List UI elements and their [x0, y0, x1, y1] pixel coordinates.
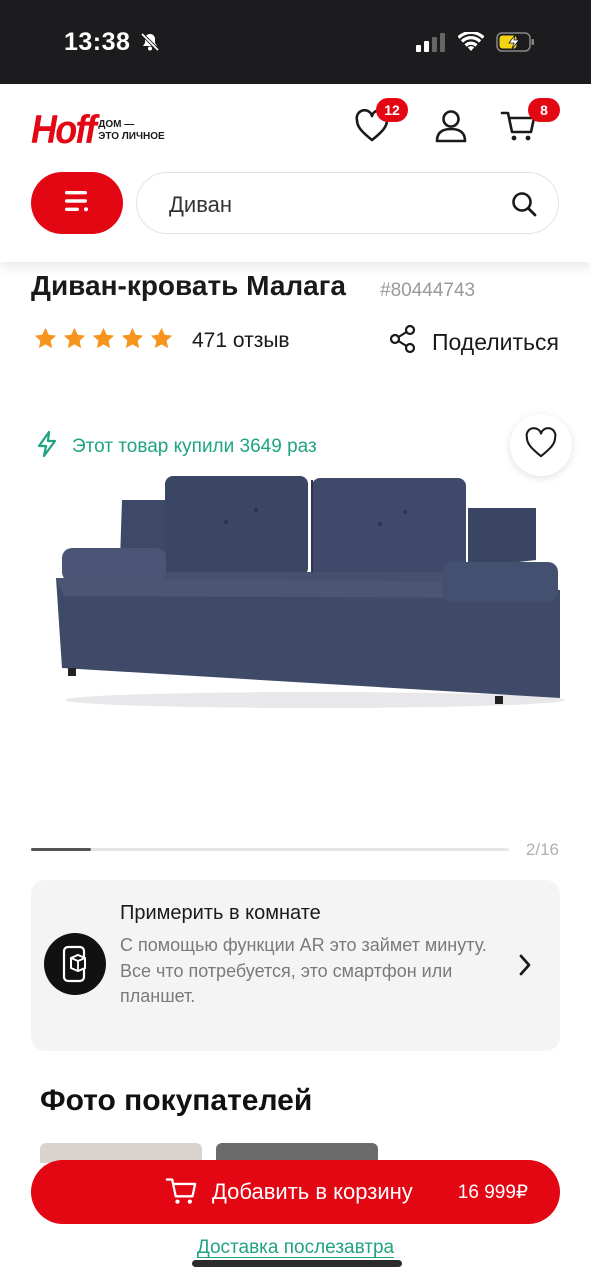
- ar-title: Примерить в комнате: [120, 902, 321, 924]
- battery-charging-icon: [496, 32, 536, 57]
- logo-wordmark: Hoff: [31, 108, 97, 152]
- bought-count-label: Этот товар купили 3649 раз: [36, 430, 317, 464]
- search-query: Диван: [169, 192, 233, 217]
- rating-stars: [33, 326, 174, 356]
- lightning-icon: [36, 430, 58, 464]
- share-button[interactable]: Поделиться: [388, 324, 559, 360]
- cart-button[interactable]: 8: [494, 98, 560, 152]
- search-icon[interactable]: [510, 190, 538, 223]
- user-icon: [433, 108, 469, 149]
- wifi-icon: [457, 30, 485, 57]
- ar-try-in-room-card[interactable]: Примерить в комнате С помощью функции AR…: [31, 880, 560, 1051]
- star-icon: [120, 326, 145, 356]
- signal-icon: [416, 32, 446, 57]
- gallery-counter: 2/16: [525, 840, 559, 859]
- star-icon: [149, 326, 174, 356]
- menu-icon: [63, 189, 91, 218]
- product-price: 16 999₽: [457, 1182, 528, 1203]
- site-header: Hoff ДОМ — ЭТО ЛИЧНОЕ 12 8 Диван: [0, 84, 591, 262]
- star-icon: [33, 326, 58, 356]
- logo-tagline-line2: ЭТО ЛИЧНОЕ: [98, 130, 165, 142]
- product-photo-sofa[interactable]: [50, 470, 570, 715]
- home-indicator[interactable]: [192, 1260, 402, 1267]
- search-input[interactable]: Диван: [136, 172, 559, 234]
- add-to-favorites-button[interactable]: [510, 414, 572, 476]
- cart-count-badge: 8: [528, 98, 560, 122]
- add-to-cart-button[interactable]: Добавить в корзину 16 999₽: [31, 1160, 560, 1224]
- bought-count-text: Этот товар купили 3649 раз: [72, 436, 317, 457]
- logo-tagline: ДОМ — ЭТО ЛИЧНОЕ: [98, 119, 164, 143]
- status-bar: 13:38: [0, 0, 591, 84]
- share-icon: [388, 324, 418, 360]
- ar-description: С помощью функции AR это займет минуту. …: [120, 935, 487, 1006]
- gallery-progress-track: [31, 848, 509, 851]
- cart-icon: [165, 1176, 197, 1211]
- product-rating[interactable]: 471 отзыв: [33, 326, 290, 356]
- star-icon: [91, 326, 116, 356]
- chevron-right-icon: [518, 953, 532, 982]
- hoff-logo[interactable]: Hoff ДОМ — ЭТО ЛИЧНОЕ: [31, 108, 165, 153]
- share-label: Поделиться: [431, 328, 559, 355]
- product-title: Диван-кровать Малага: [31, 270, 346, 301]
- customer-photos-title: Фото покупателей: [40, 1084, 313, 1117]
- catalog-menu-button[interactable]: [31, 172, 123, 234]
- logo-tagline-line1: ДОМ —: [98, 118, 135, 130]
- star-icon: [62, 326, 87, 356]
- delivery-link[interactable]: Доставка послезавтра: [0, 1237, 591, 1259]
- favorites-button[interactable]: 12: [348, 98, 408, 152]
- profile-button[interactable]: [427, 104, 475, 152]
- gallery-progress-fill: [31, 848, 91, 851]
- product-sku: #80444743: [380, 280, 476, 301]
- heart-icon: [524, 426, 558, 464]
- bell-slash-icon: [140, 32, 160, 57]
- ar-phone-icon: [44, 933, 106, 995]
- favorites-count-badge: 12: [376, 98, 408, 122]
- add-to-cart-label: Добавить в корзину: [212, 1179, 413, 1204]
- status-time: 13:38: [64, 28, 131, 56]
- reviews-count[interactable]: 471 отзыв: [192, 329, 290, 353]
